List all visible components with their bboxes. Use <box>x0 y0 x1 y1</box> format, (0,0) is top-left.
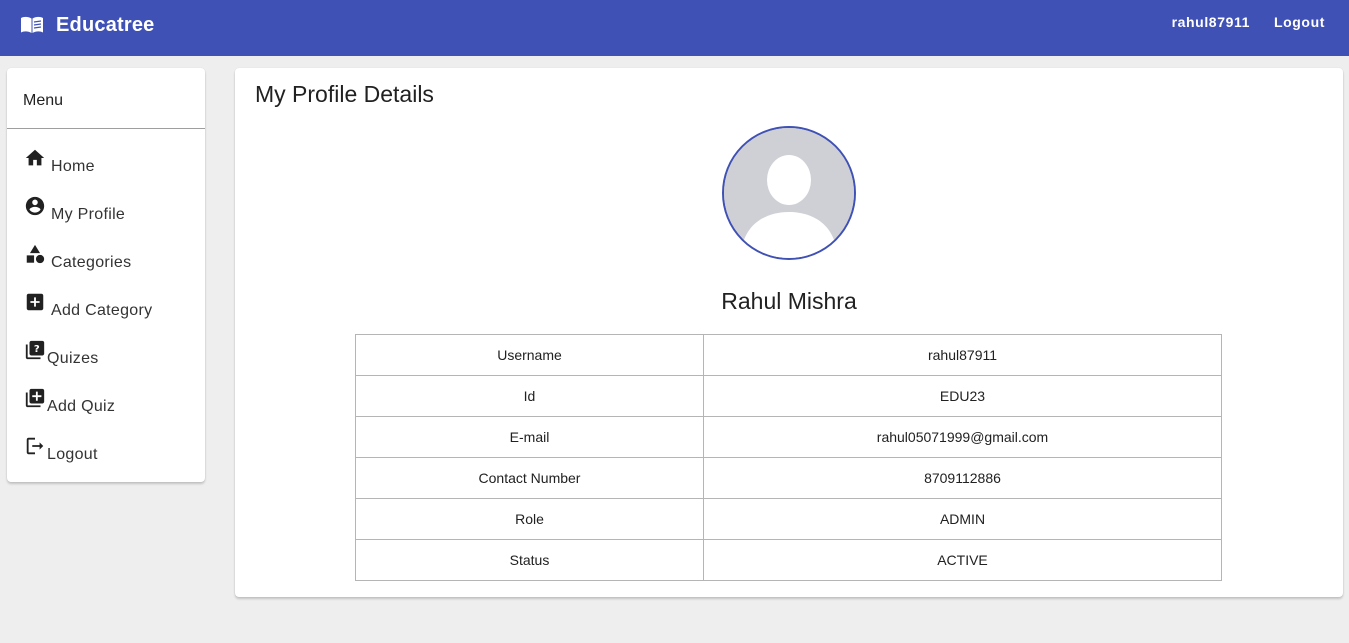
sidebar-item-label: Home <box>51 158 95 175</box>
menu-list: Home My Profile Categories Add Category … <box>7 129 205 475</box>
profile-card: My Profile Details Rahul Mishra Username… <box>235 68 1343 597</box>
sidebar-item-label: Add Quiz <box>47 398 116 415</box>
sidebar-item-add-category[interactable]: Add Category <box>7 283 205 331</box>
quiz-icon: ? <box>24 339 46 361</box>
sidebar-item-quizes[interactable]: ? Quizes <box>7 331 205 379</box>
table-row: Username rahul87911 <box>355 334 1222 376</box>
sidebar-item-label: My Profile <box>51 206 126 223</box>
detail-value: ACTIVE <box>703 539 1222 581</box>
sidebar: Menu Home My Profile Categories Add Cate… <box>7 68 205 482</box>
sidebar-item-add-quiz[interactable]: Add Quiz <box>7 379 205 427</box>
top-actions: rahul87911 Logout <box>1148 14 1325 30</box>
user-placeholder-icon <box>724 128 854 258</box>
account-circle-icon <box>24 195 46 217</box>
page-title: My Profile Details <box>255 81 434 107</box>
sidebar-item-categories[interactable]: Categories <box>7 235 205 283</box>
table-row: Contact Number 8709112886 <box>355 457 1222 499</box>
detail-value: 8709112886 <box>703 457 1222 499</box>
avatar <box>722 126 856 260</box>
logout-icon <box>24 435 46 457</box>
category-icon <box>24 243 46 265</box>
profile-details-table: Username rahul87911 Id EDU23 E-mail rahu… <box>355 334 1222 581</box>
library-add-icon <box>24 387 46 409</box>
home-icon <box>24 147 46 169</box>
brand-name: Educatree <box>56 13 155 36</box>
table-row: E-mail rahul05071999@gmail.com <box>355 416 1222 458</box>
detail-key: Contact Number <box>355 457 704 499</box>
detail-value: ADMIN <box>703 498 1222 540</box>
book-icon <box>20 15 44 35</box>
sidebar-item-label: Quizes <box>47 350 99 367</box>
detail-key: E-mail <box>355 416 704 458</box>
table-row: Role ADMIN <box>355 498 1222 540</box>
table-row: Id EDU23 <box>355 375 1222 417</box>
detail-key: Id <box>355 375 704 417</box>
sidebar-item-my-profile[interactable]: My Profile <box>7 187 205 235</box>
detail-value: EDU23 <box>703 375 1222 417</box>
table-row: Status ACTIVE <box>355 539 1222 581</box>
menu-title: Menu <box>23 92 64 109</box>
profile-full-name: Rahul Mishra <box>721 288 857 314</box>
detail-key: Username <box>355 334 704 376</box>
svg-text:?: ? <box>34 344 40 355</box>
sidebar-item-label: Add Category <box>51 302 153 319</box>
brand[interactable]: Educatree <box>20 12 155 38</box>
username-button[interactable]: rahul87911 <box>1172 14 1250 30</box>
detail-key: Status <box>355 539 704 581</box>
sidebar-item-home[interactable]: Home <box>7 139 205 187</box>
top-app-bar: Educatree rahul87911 Logout <box>0 0 1349 56</box>
detail-key: Role <box>355 498 704 540</box>
sidebar-item-label: Categories <box>51 254 132 271</box>
logout-button[interactable]: Logout <box>1274 14 1325 30</box>
add-box-icon <box>24 291 46 313</box>
sidebar-item-label: Logout <box>47 446 98 463</box>
detail-value: rahul05071999@gmail.com <box>703 416 1222 458</box>
detail-value: rahul87911 <box>703 334 1222 376</box>
sidebar-item-logout[interactable]: Logout <box>7 427 205 475</box>
